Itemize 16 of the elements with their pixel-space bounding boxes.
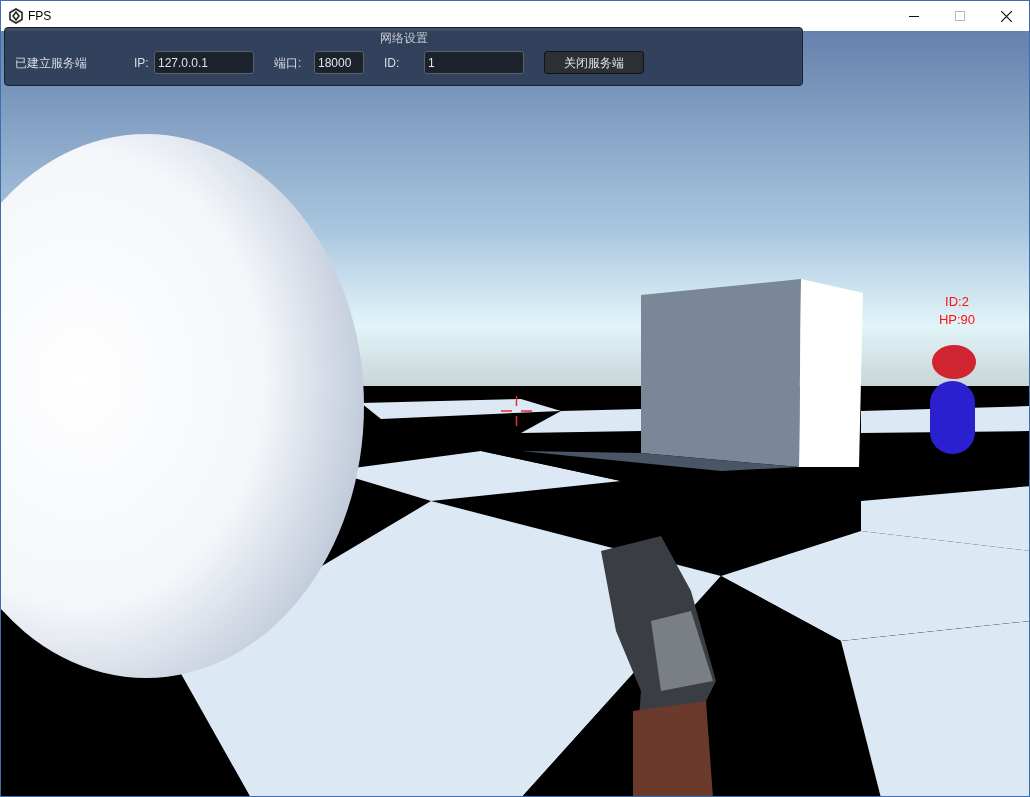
- server-status: 已建立服务端: [15, 54, 88, 72]
- field-label: 端口:: [274, 54, 303, 72]
- text-field[interactable]: 18000: [314, 51, 364, 74]
- close-server-button[interactable]: 关闭服务端: [544, 51, 644, 74]
- maximize-icon: [955, 11, 965, 21]
- text-field[interactable]: 1: [424, 51, 524, 74]
- window-title: FPS: [28, 8, 52, 25]
- close-icon: [1000, 10, 1012, 22]
- player-hp-label: HP:90: [938, 311, 976, 329]
- panel-title: 网络设置: [379, 31, 428, 45]
- crosshair-icon: [501, 396, 532, 426]
- field-label: ID:: [384, 54, 401, 72]
- minimize-icon: [909, 15, 919, 17]
- player-id-label: ID:2: [945, 293, 969, 311]
- field-label: IP:: [134, 54, 150, 72]
- text-field[interactable]: 127.0.0.1: [154, 51, 254, 74]
